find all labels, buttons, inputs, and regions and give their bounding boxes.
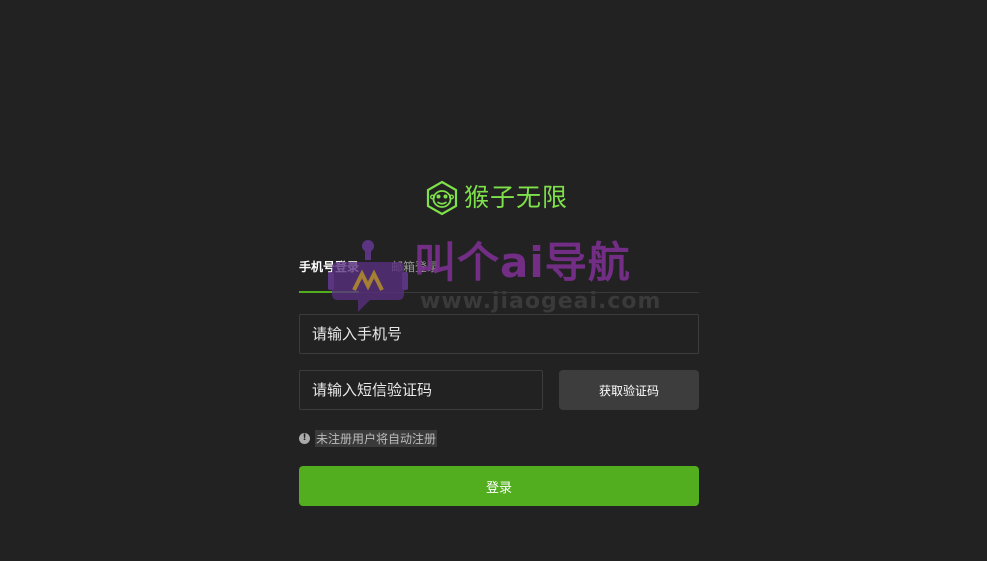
info-icon: ! xyxy=(299,432,310,444)
phone-input[interactable] xyxy=(299,314,699,354)
get-code-button[interactable]: 获取验证码 xyxy=(559,370,699,410)
tab-phone-login[interactable]: 手机号登录 xyxy=(299,259,359,275)
sms-code-input[interactable] xyxy=(299,370,543,410)
brand-name: 猴子无限 xyxy=(464,183,569,212)
registration-notice: ! 未注册用户将自动注册 xyxy=(299,429,438,447)
notice-text: 未注册用户将自动注册 xyxy=(315,429,438,447)
monkey-face-hexagon-icon xyxy=(426,180,458,216)
login-button[interactable]: 登录 xyxy=(299,466,699,506)
login-tabs: 手机号登录 邮箱登录 xyxy=(299,252,699,293)
brand-logo: 猴子无限 xyxy=(425,180,568,216)
active-tab-indicator xyxy=(299,291,359,293)
tab-email-login[interactable]: 邮箱登录 xyxy=(391,259,439,275)
login-page: 猴子无限 手机号登录 邮箱登录 获取验证码 ! 未注册用户将自动注册 登录 叫个… xyxy=(0,0,987,561)
